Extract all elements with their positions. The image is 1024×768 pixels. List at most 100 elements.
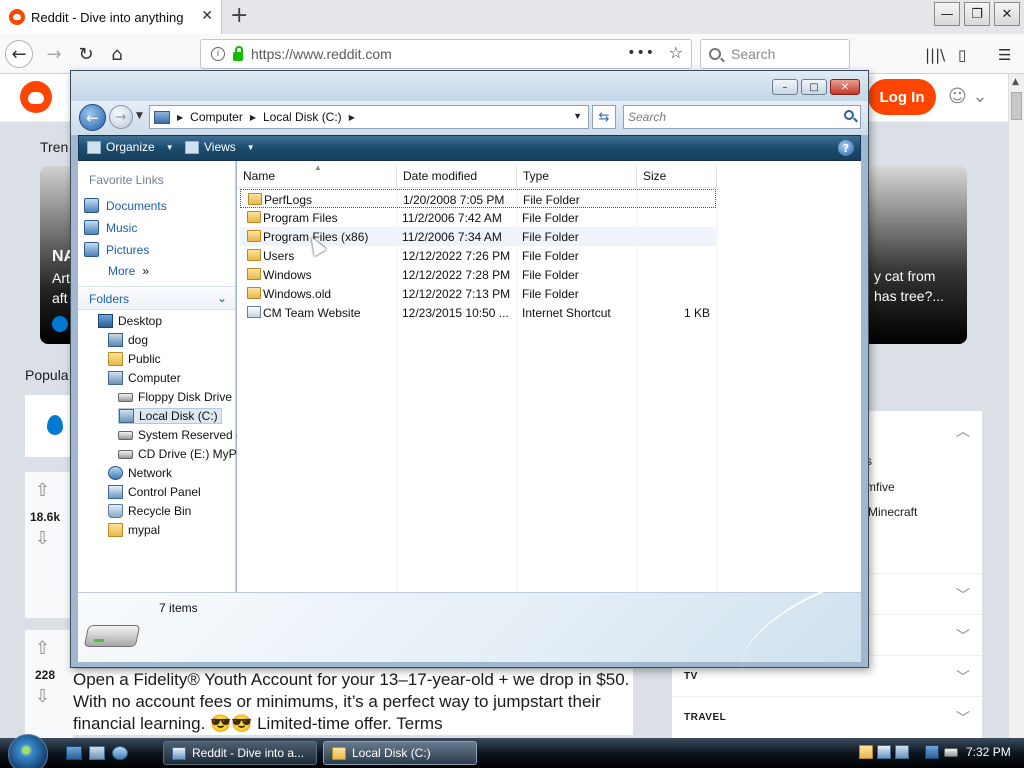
tree-item-computer[interactable]: Computer <box>108 371 181 385</box>
taskbar-button-local-disk[interactable]: Local Disk (C:) <box>323 741 477 765</box>
promoted-post-text[interactable]: Open a Fidelity® Youth Account for your … <box>73 669 633 735</box>
browser-minimize-button[interactable]: — <box>934 2 960 26</box>
favorite-link-more[interactable]: More » <box>108 264 149 278</box>
bookmark-star-icon[interactable]: ☆ <box>669 43 683 62</box>
column-header-type[interactable]: Type <box>517 165 637 187</box>
start-button[interactable] <box>8 734 48 768</box>
downvote-icon[interactable]: ⇩ <box>35 686 50 707</box>
tree-item-network[interactable]: Network <box>108 466 172 480</box>
new-tab-button[interactable]: + <box>230 3 248 28</box>
panel-text-fragment[interactable]: mfive <box>866 480 895 494</box>
upvote-icon[interactable]: ⇧ <box>35 638 50 659</box>
explorer-title-bar[interactable]: – □ ✕ <box>71 71 868 101</box>
views-menu-button[interactable]: Views ▼ <box>185 140 255 154</box>
file-row[interactable]: Program Files 11/2/2006 7:42 AM File Fol… <box>240 208 716 227</box>
column-header-size[interactable]: Size <box>637 165 717 187</box>
breadcrumb-local-disk[interactable]: Local Disk (C:) <box>263 110 342 124</box>
system-tray: 7:32 PM <box>856 738 1024 768</box>
explorer-close-button[interactable]: ✕ <box>830 79 860 95</box>
url-bar[interactable]: i https://www.reddit.com ••• ☆ <box>200 39 692 69</box>
help-icon[interactable]: ? <box>838 140 854 156</box>
browser-close-button[interactable]: ✕ <box>994 2 1020 26</box>
library-icon[interactable]: |||\ <box>925 46 945 64</box>
user-menu-icon[interactable]: ☺ ⌄ <box>948 86 988 107</box>
column-header-date-modified[interactable]: Date modified <box>397 165 517 187</box>
explorer-minimize-button[interactable]: – <box>772 79 798 95</box>
favorite-link-pictures[interactable]: Pictures <box>84 242 149 257</box>
tree-item-dog[interactable]: dog <box>108 333 148 347</box>
tree-item-desktop[interactable]: Desktop <box>98 314 162 328</box>
breadcrumb-separator-icon[interactable]: ▶ <box>250 113 256 122</box>
tray-app-icon[interactable] <box>895 745 909 759</box>
folders-section-header[interactable]: Folders ⌄ <box>78 286 235 310</box>
scroll-up-icon[interactable]: ▲ <box>1012 77 1019 87</box>
volume-icon[interactable] <box>944 748 958 757</box>
expand-chevron-icon[interactable]: ﹀ <box>956 708 970 728</box>
clock[interactable]: 7:32 PM <box>966 745 1011 759</box>
breadcrumb-computer[interactable]: Computer <box>190 110 243 124</box>
internet-explorer-icon[interactable] <box>112 746 128 760</box>
upvote-icon[interactable]: ⇧ <box>35 480 50 501</box>
page-scrollbar[interactable]: ▲ <box>1008 74 1024 738</box>
network-status-icon[interactable] <box>925 745 939 759</box>
favorite-link-documents[interactable]: Documents <box>84 198 167 213</box>
organize-menu-button[interactable]: Organize ▼ <box>87 140 174 154</box>
file-row[interactable]: CM Team Website 12/23/2015 10:50 ... Int… <box>240 303 716 322</box>
explorer-refresh-button[interactable]: ⇆ <box>592 105 616 129</box>
tree-item-control-panel[interactable]: Control Panel <box>108 485 201 499</box>
page-actions-icon[interactable]: ••• <box>627 45 655 61</box>
explorer-maximize-button[interactable]: □ <box>801 79 827 95</box>
explorer-back-button[interactable]: ← <box>79 104 106 131</box>
tree-item-system-reserved[interactable]: System Reserved ( <box>118 428 240 442</box>
expand-chevron-icon[interactable]: ﹀ <box>956 667 970 687</box>
tray-app-icon[interactable] <box>877 745 891 759</box>
tree-item-local-disk[interactable]: Local Disk (C:) <box>118 408 222 424</box>
tree-item-public[interactable]: Public <box>108 352 161 366</box>
tree-item-floppy[interactable]: Floppy Disk Drive <box>118 390 232 404</box>
tree-item-recycle-bin[interactable]: Recycle Bin <box>108 504 191 518</box>
show-desktop-icon[interactable] <box>66 746 82 760</box>
login-button[interactable]: Log In <box>868 79 936 115</box>
back-button[interactable]: ← <box>5 40 33 68</box>
browser-tab-reddit[interactable]: Reddit - Dive into anything ✕ <box>0 0 222 34</box>
scrollbar-thumb[interactable] <box>1011 92 1022 120</box>
reddit-logo-icon[interactable] <box>20 81 52 113</box>
favorite-link-music[interactable]: Music <box>84 220 137 235</box>
address-dropdown-icon[interactable]: ▼ <box>573 111 582 121</box>
browser-restore-button[interactable]: ❐ <box>964 2 990 26</box>
url-text[interactable]: https://www.reddit.com <box>251 46 392 62</box>
tree-item-cd-drive[interactable]: CD Drive (E:) MyP <box>118 447 237 461</box>
hamburger-menu-icon[interactable]: ☰ <box>998 46 1011 64</box>
downvote-icon[interactable]: ⇩ <box>35 528 50 549</box>
file-row[interactable]: PerfLogs 1/20/2008 7:05 PM File Folder <box>240 189 716 208</box>
topic-section-travel[interactable]: TRAVEL <box>684 712 726 723</box>
collapse-chevron-icon[interactable]: ︿ <box>956 421 970 441</box>
breadcrumb[interactable]: ▶ Computer ▶ Local Disk (C:) ▶ ▼ <box>149 105 589 129</box>
column-header-name[interactable]: Name ▲ <box>237 163 397 187</box>
breadcrumb-separator-icon[interactable]: ▶ <box>349 113 355 122</box>
sidebar-icon[interactable]: ▯ <box>958 46 966 64</box>
home-button[interactable]: ⌂ <box>103 40 131 68</box>
file-row[interactable]: Windows 12/12/2022 7:28 PM File Folder <box>240 265 716 284</box>
browser-search-box[interactable]: Search <box>700 39 850 69</box>
tree-item-mypal[interactable]: mypal <box>108 523 160 537</box>
views-label: Views <box>204 140 236 154</box>
expand-chevron-icon[interactable]: ﹀ <box>956 585 970 605</box>
topic-section-tv[interactable]: TV <box>684 671 698 682</box>
trending-card-right[interactable]: y cat from has tree?... <box>868 166 967 344</box>
explorer-search-input[interactable]: Search <box>623 105 861 129</box>
expand-chevron-icon[interactable]: ﹀ <box>956 626 970 646</box>
reload-button[interactable]: ↻ <box>72 40 100 68</box>
taskbar-button-reddit[interactable]: Reddit - Dive into a... <box>163 741 317 765</box>
explorer-forward-button[interactable]: → <box>109 105 133 129</box>
file-row[interactable]: Windows.old 12/12/2022 7:13 PM File Fold… <box>240 284 716 303</box>
breadcrumb-separator-icon[interactable]: ▶ <box>177 113 183 122</box>
panel-text-fragment[interactable]: Minecraft <box>868 505 917 519</box>
tab-close-icon[interactable]: ✕ <box>201 8 213 24</box>
forward-button[interactable]: → <box>40 40 68 68</box>
switch-windows-icon[interactable] <box>89 746 105 760</box>
security-shield-icon[interactable] <box>859 745 873 759</box>
search-icon[interactable] <box>844 110 854 120</box>
site-info-icon[interactable]: i <box>211 47 225 61</box>
recent-pages-chevron-icon[interactable]: ▼ <box>136 111 143 121</box>
